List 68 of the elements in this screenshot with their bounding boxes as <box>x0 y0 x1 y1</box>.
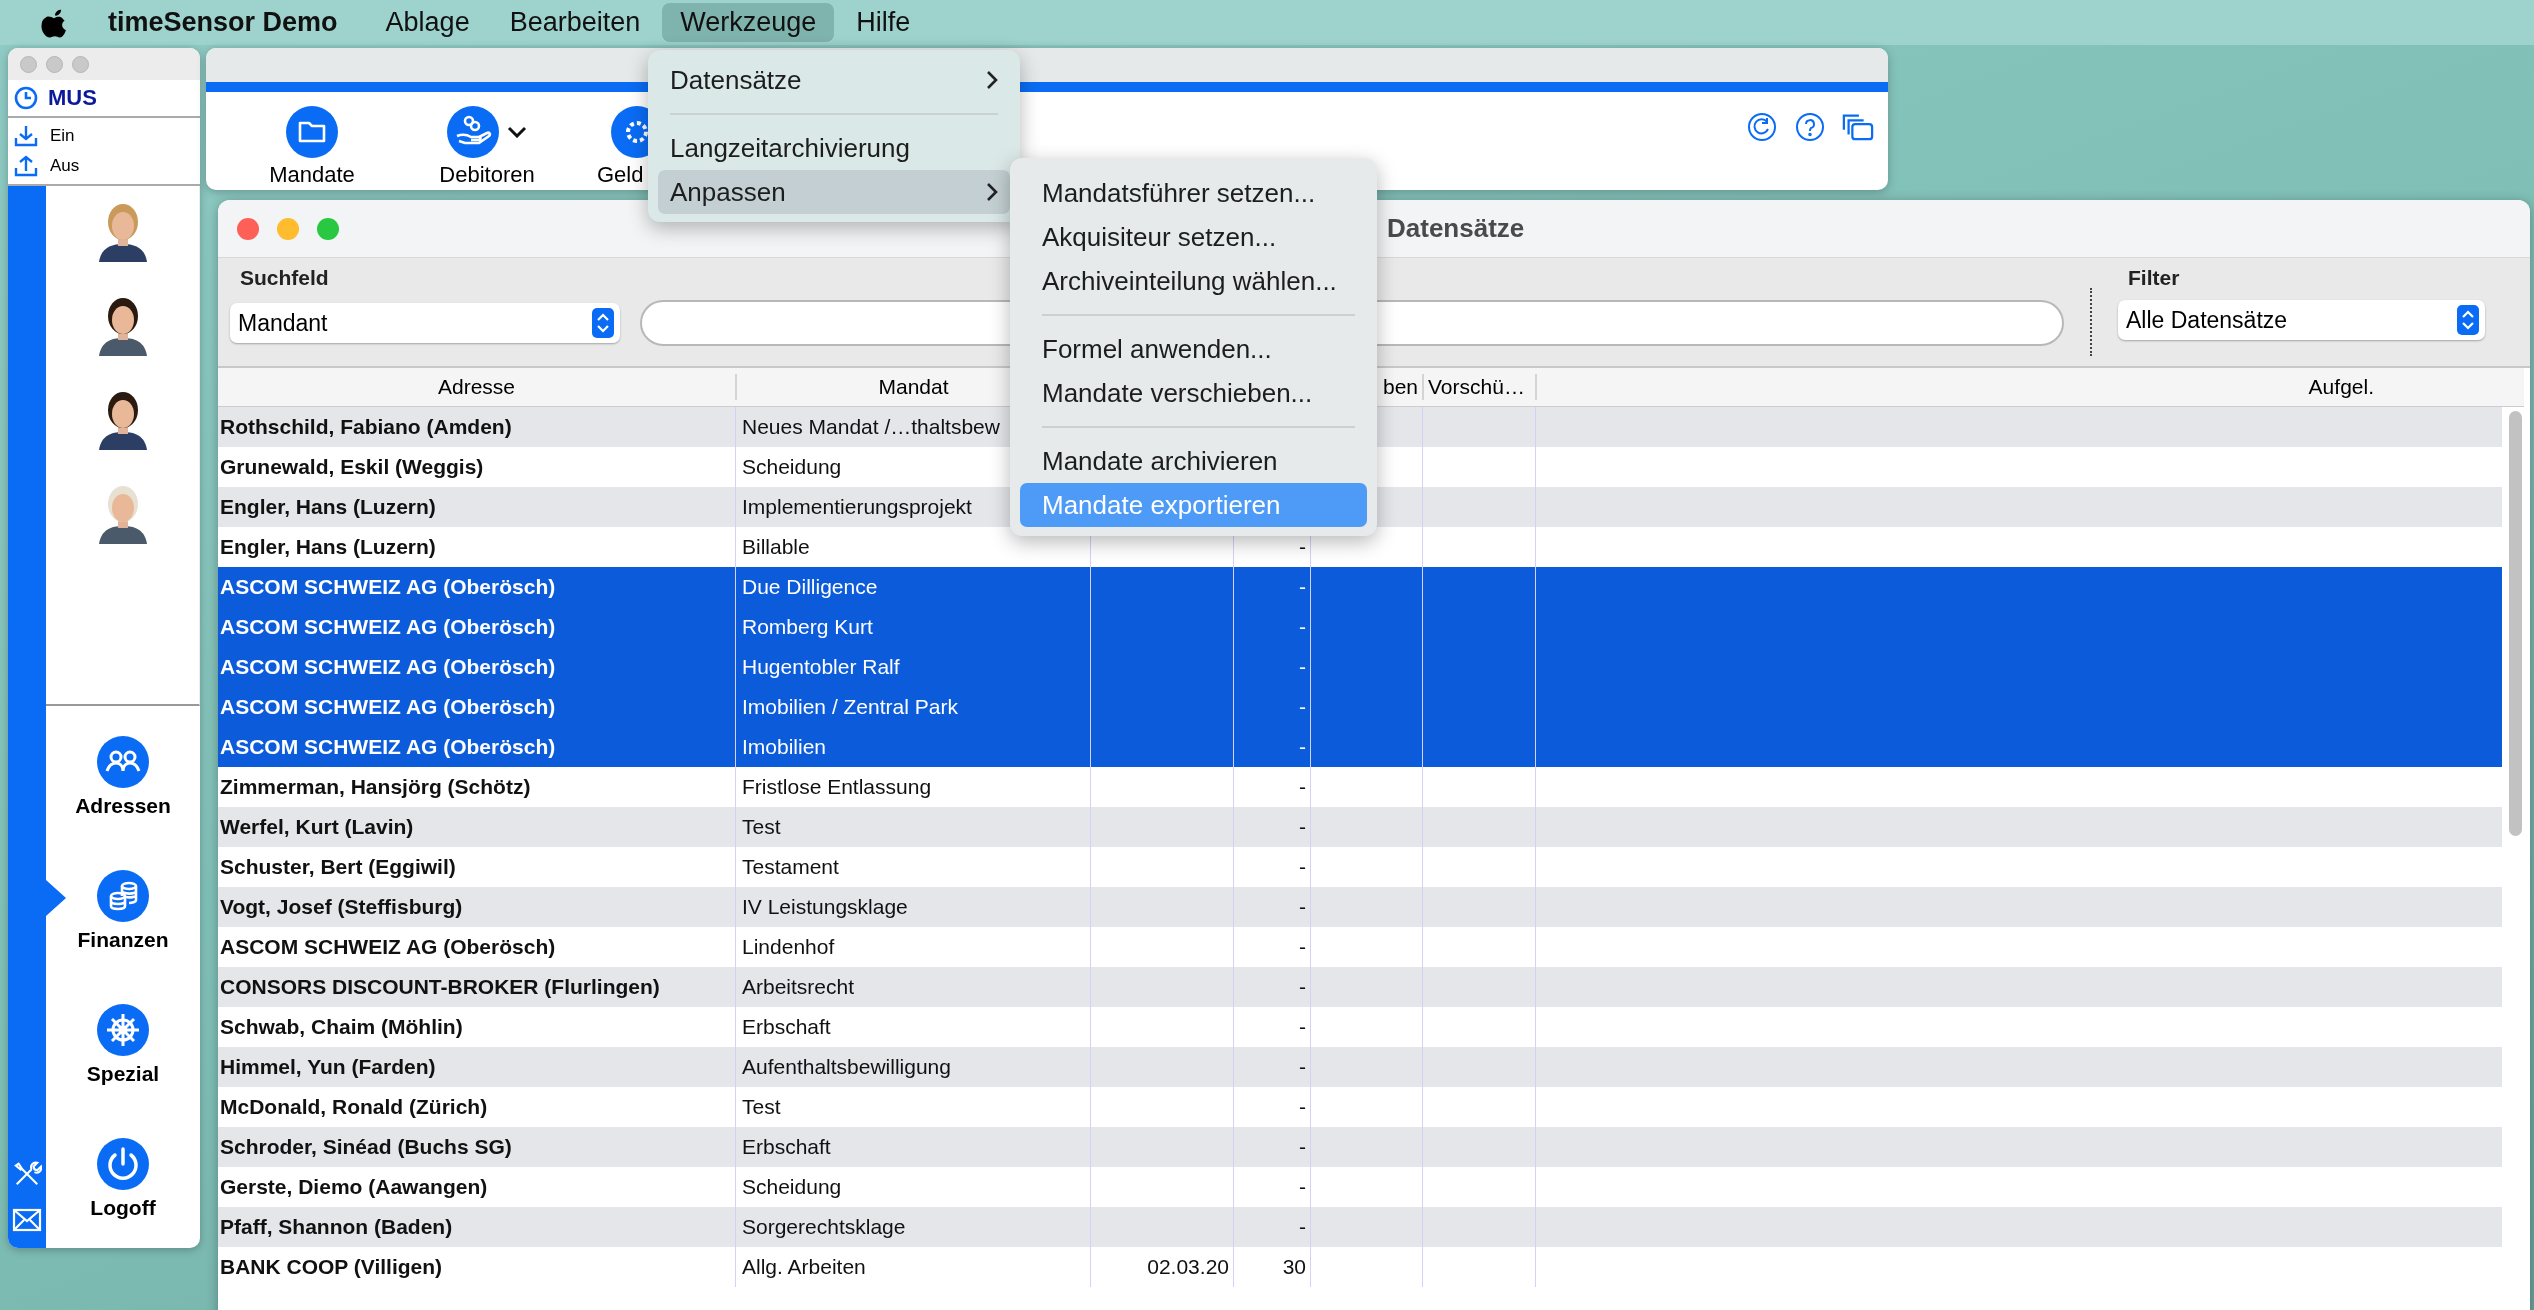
table-cell: - <box>1299 1135 1306 1159</box>
table-cell: Erbschaft <box>742 1015 831 1039</box>
table-cell: Grunewald, Eskil (Weggis) <box>220 455 484 479</box>
table-cell: Test <box>742 815 781 839</box>
table-cell: Sorgerechtsklage <box>742 1215 906 1239</box>
table-cell: - <box>1299 535 1306 559</box>
table-cell: Scheidung <box>742 1175 842 1199</box>
table-cell: Werfel, Kurt (Lavin) <box>220 815 414 839</box>
table-cell: Vogt, Josef (Steffisburg) <box>220 895 463 919</box>
table-cell: Pfaff, Shannon (Baden) <box>220 1215 453 1239</box>
table-cell: Imobilien <box>742 735 827 759</box>
table-cell: Testament <box>742 855 839 879</box>
user-code: MUS <box>48 85 97 111</box>
table-cell: ASCOM SCHWEIZ AG (Oberösch) <box>220 935 556 959</box>
table-cell: - <box>1299 1215 1306 1239</box>
table-cell: Neues Mandat /…thaltsbew <box>742 415 1000 439</box>
table-cell: - <box>1299 815 1306 839</box>
table-cell: Erbschaft <box>742 1135 831 1159</box>
table-cell: BANK COOP (Villigen) <box>220 1255 443 1279</box>
table-cell: - <box>1299 895 1306 919</box>
table-cell: Gerste, Diemo (Aawangen) <box>220 1175 488 1199</box>
table-cell: - <box>1299 855 1306 879</box>
table-cell: Fristlose Entlassung <box>742 775 932 799</box>
table-cell: - <box>1299 1015 1306 1039</box>
search-label: Suchfeld <box>239 266 329 290</box>
table-cell: - <box>1299 575 1306 599</box>
table-cell: Hugentobler Ralf <box>742 655 900 679</box>
table-cell: 30 <box>1282 1255 1306 1279</box>
filter-label: Filter <box>2127 266 2180 290</box>
table-cell: ASCOM SCHWEIZ AG (Oberösch) <box>220 575 556 599</box>
table-cell: CONSORS DISCOUNT-BROKER (Flurlingen) <box>220 975 660 999</box>
table-cell: IV Leistungsklage <box>742 895 908 919</box>
table-cell: - <box>1299 615 1306 639</box>
table-cell: Imobilien / Zentral Park <box>742 695 958 719</box>
table-cell: Implementierungsprojekt <box>742 495 972 519</box>
table-cell: Test <box>742 1095 781 1119</box>
table-cell: - <box>1299 1095 1306 1119</box>
table-cell: Himmel, Yun (Farden) <box>220 1055 436 1079</box>
table-cell: - <box>1299 655 1306 679</box>
table-cell: - <box>1299 935 1306 959</box>
table-cell: Due Dilligence <box>742 575 878 599</box>
table-cell: Scheidung <box>742 455 842 479</box>
table-cell: - <box>1299 695 1306 719</box>
table-cell: 02.03.20 <box>1147 1255 1229 1279</box>
table-cell: - <box>1299 1175 1306 1199</box>
table-cell: Engler, Hans (Luzern) <box>220 495 436 519</box>
table-cell: ASCOM SCHWEIZ AG (Oberösch) <box>220 655 556 679</box>
window-title: Datensätze <box>1387 213 1525 244</box>
table-cell: Allg. Arbeiten <box>742 1255 866 1279</box>
table-cell: Rothschild, Fabiano (Amden) <box>220 415 512 439</box>
table-cell: ASCOM SCHWEIZ AG (Oberösch) <box>220 615 556 639</box>
table-cell: - <box>1299 775 1306 799</box>
table-cell: Schwab, Chaim (Möhlin) <box>220 1015 463 1039</box>
table-cell: ASCOM SCHWEIZ AG (Oberösch) <box>220 695 556 719</box>
table-cell: McDonald, Ronald (Zürich) <box>220 1095 488 1119</box>
table-cell: - <box>1299 735 1306 759</box>
table-cell: Billable <box>742 535 810 559</box>
table-cell: - <box>1299 975 1306 999</box>
table-cell: Zimmerman, Hansjörg (Schötz) <box>220 775 531 799</box>
table-cell: Schroder, Sinéad (Buchs SG) <box>220 1135 512 1159</box>
table-cell: Lindenhof <box>742 935 835 959</box>
table-cell: Romberg Kurt <box>742 615 873 639</box>
table-cell: ASCOM SCHWEIZ AG (Oberösch) <box>220 735 556 759</box>
table-cell: Aufenthaltsbewilligung <box>742 1055 951 1079</box>
table-cell: Arbeitsrecht <box>742 975 855 999</box>
table-cell: - <box>1299 1055 1306 1079</box>
table-cell: Engler, Hans (Luzern) <box>220 535 436 559</box>
table-cell: Schuster, Bert (Eggiwil) <box>220 855 456 879</box>
